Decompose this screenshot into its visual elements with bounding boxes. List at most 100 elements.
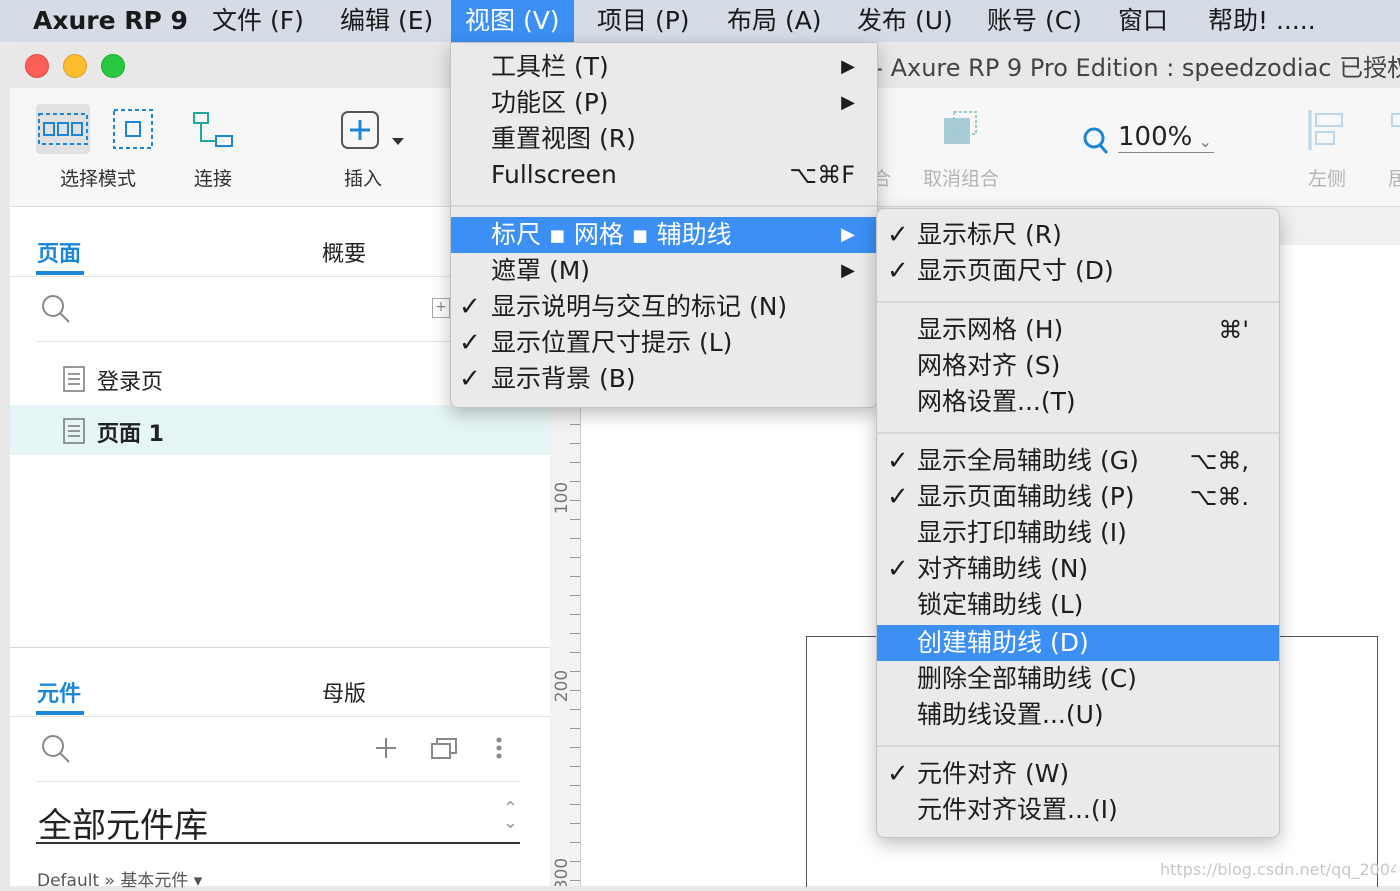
- window-title: l - Axure RP 9 Pro Edition : speedzodiac…: [860, 54, 1400, 82]
- menubar-project[interactable]: 项目 (P): [597, 0, 690, 42]
- library-select-value: 全部元件库: [38, 806, 208, 846]
- menubar-window[interactable]: 窗口: [1118, 0, 1168, 42]
- menu-item-label: 重置视图 (R): [491, 124, 636, 153]
- add-folder-icon[interactable]: +: [432, 298, 450, 318]
- select-mode-button[interactable]: [36, 104, 90, 154]
- menu-item-label: 显示全局辅助线 (G): [917, 446, 1139, 475]
- menubar-app-name[interactable]: Axure RP 9: [33, 0, 188, 42]
- check-icon: ✓: [459, 364, 481, 394]
- submenu-item-show-rulers[interactable]: ✓ 显示标尺 (R): [877, 217, 1279, 253]
- more-vertical-icon[interactable]: [494, 736, 504, 766]
- menu-separator: [877, 432, 1279, 434]
- submenu-item-snap-to-guides[interactable]: ✓ 对齐辅助线 (N): [877, 551, 1279, 587]
- submenu-item-show-page-size[interactable]: ✓ 显示页面尺寸 (D): [877, 253, 1279, 289]
- submenu-item-show-print-guides[interactable]: 显示打印辅助线 (I): [877, 515, 1279, 551]
- submenu-item-delete-all-guides[interactable]: 删除全部辅助线 (C): [877, 661, 1279, 697]
- submenu-item-snap-to-grid[interactable]: 网格对齐 (S): [877, 348, 1279, 384]
- menu-item-label: Fullscreen: [491, 160, 617, 189]
- select-mode-label: 选择模式: [60, 168, 137, 190]
- tab-pages[interactable]: 页面: [37, 236, 81, 268]
- menubar-view[interactable]: 视图 (V): [451, 0, 574, 42]
- submenu-item-lock-guides[interactable]: 锁定辅助线 (L): [877, 587, 1279, 623]
- tab-masters[interactable]: 母版: [322, 676, 366, 708]
- submenu-item-widget-snap-settings[interactable]: 元件对齐设置...(I): [877, 792, 1279, 828]
- submenu-arrow-icon: ▶: [841, 92, 855, 113]
- submenu-arrow-icon: ▶: [841, 260, 855, 281]
- submenu-arrow-icon: ▶: [841, 56, 855, 77]
- check-icon: ✓: [887, 482, 909, 512]
- menu-item-toolbar[interactable]: 工具栏 (T) ▶: [451, 49, 877, 85]
- align-left-icon: [1308, 110, 1343, 150]
- align-left-button[interactable]: [1306, 108, 1350, 156]
- menu-item-mask[interactable]: 遮罩 (M) ▶: [451, 253, 877, 289]
- zoom-window-button[interactable]: [101, 54, 125, 78]
- library-breadcrumb[interactable]: Default » 基本元件 ▾: [37, 866, 202, 891]
- menubar-file[interactable]: 文件 (F): [212, 0, 304, 42]
- tab-outline[interactable]: 概要: [322, 236, 366, 268]
- page-item-page1[interactable]: 页面 1: [10, 405, 550, 455]
- submenu-arrow-icon: ▶: [841, 224, 855, 245]
- zoom-select[interactable]: 100% ⌄: [1118, 122, 1214, 153]
- menu-item-show-notes-markers[interactable]: ✓ 显示说明与交互的标记 (N): [451, 289, 877, 325]
- tab-pages-underline: [36, 271, 84, 275]
- submenu-item-grid-settings[interactable]: 网格设置...(T): [877, 384, 1279, 420]
- menu-item-fullscreen[interactable]: Fullscreen ⌥⌘F: [451, 157, 877, 193]
- menu-item-label: 元件对齐设置...(I): [917, 795, 1118, 824]
- submenu-item-create-guides[interactable]: 创建辅助线 (D): [877, 625, 1279, 661]
- menu-item-label: 显示说明与交互的标记 (N): [491, 292, 788, 321]
- submenu-item-guide-settings[interactable]: 辅助线设置...(U): [877, 697, 1279, 733]
- submenu-item-snap-to-widgets[interactable]: ✓ 元件对齐 (W): [877, 756, 1279, 792]
- submenu-item-show-page-guides[interactable]: ✓ 显示页面辅助线 (P) ⌥⌘.: [877, 479, 1279, 515]
- ruler-label-200: 200: [552, 669, 573, 703]
- page-icon: [63, 418, 85, 444]
- ruler-grid-guides-submenu: ✓ 显示标尺 (R) ✓ 显示页面尺寸 (D) 显示网格 (H) ⌘' 网格对齐…: [876, 208, 1280, 838]
- menu-item-ruler-grid-guides[interactable]: 标尺 ▪ 网格 ▪ 辅助线 ▶: [451, 217, 877, 253]
- menu-item-label: 显示打印辅助线 (I): [917, 518, 1127, 547]
- ruler-label-300: 300: [552, 857, 573, 886]
- tab-widgets[interactable]: 元件: [37, 676, 81, 708]
- ungroup-label: 取消组合: [923, 168, 1000, 190]
- align-center-partial-label: 居: [1388, 168, 1400, 190]
- macos-menubar: Axure RP 9 文件 (F) 编辑 (E) 视图 (V) 项目 (P) 布…: [0, 0, 1400, 42]
- menu-shortcut: ⌥⌘F: [789, 161, 855, 189]
- connector-icon: [193, 112, 233, 147]
- contained-select-button[interactable]: [112, 108, 154, 154]
- close-window-button[interactable]: [25, 54, 49, 78]
- menu-item-show-background[interactable]: ✓ 显示背景 (B): [451, 361, 877, 397]
- menu-item-label: 网格设置...(T): [917, 387, 1076, 416]
- panel-splitter[interactable]: [10, 647, 550, 648]
- menu-item-label: 对齐辅助线 (N): [917, 554, 1089, 583]
- library-search-divider: [36, 781, 520, 782]
- connect-button[interactable]: [192, 110, 234, 154]
- plus-icon: [341, 111, 404, 149]
- chevron-down-icon: ⌄: [1198, 132, 1212, 151]
- menu-item-reset-view[interactable]: 重置视图 (R): [451, 121, 877, 157]
- menubar-layout[interactable]: 布局 (A): [727, 0, 822, 42]
- widgets-search-icon[interactable]: [40, 733, 72, 769]
- minimize-window-button[interactable]: [63, 54, 87, 78]
- menubar-account[interactable]: 账号 (C): [987, 0, 1082, 42]
- library-tabs-divider: [10, 716, 550, 717]
- tab-widgets-underline: [36, 711, 84, 715]
- check-icon: ✓: [887, 554, 909, 584]
- menu-item-label: 功能区 (P): [491, 88, 609, 117]
- submenu-item-show-grid[interactable]: 显示网格 (H) ⌘': [877, 312, 1279, 348]
- menu-item-ribbon[interactable]: 功能区 (P) ▶: [451, 85, 877, 121]
- insert-button[interactable]: [340, 110, 410, 158]
- library-window-icon[interactable]: [430, 736, 458, 764]
- add-library-icon[interactable]: [374, 736, 398, 764]
- library-select[interactable]: 全部元件库 ⌃ ⌄: [36, 798, 520, 846]
- menubar-edit[interactable]: 编辑 (E): [340, 0, 433, 42]
- menubar-help[interactable]: 帮助! .....: [1208, 0, 1316, 42]
- menu-item-show-position-hints[interactable]: ✓ 显示位置尺寸提示 (L): [451, 325, 877, 361]
- menubar-publish[interactable]: 发布 (U): [857, 0, 953, 42]
- align-center-partial-icon: [1386, 108, 1400, 148]
- menu-separator: [877, 745, 1279, 747]
- menu-item-label: 删除全部辅助线 (C): [917, 664, 1137, 693]
- watermark: https://blog.csdn.net/qq_20042935: [1160, 860, 1396, 879]
- ungroup-button[interactable]: [938, 108, 982, 156]
- submenu-item-show-global-guides[interactable]: ✓ 显示全局辅助线 (G) ⌥⌘,: [877, 443, 1279, 479]
- check-icon: ✓: [459, 328, 481, 358]
- pages-search-icon[interactable]: [40, 293, 72, 329]
- menu-item-label: 锁定辅助线 (L): [917, 590, 1084, 619]
